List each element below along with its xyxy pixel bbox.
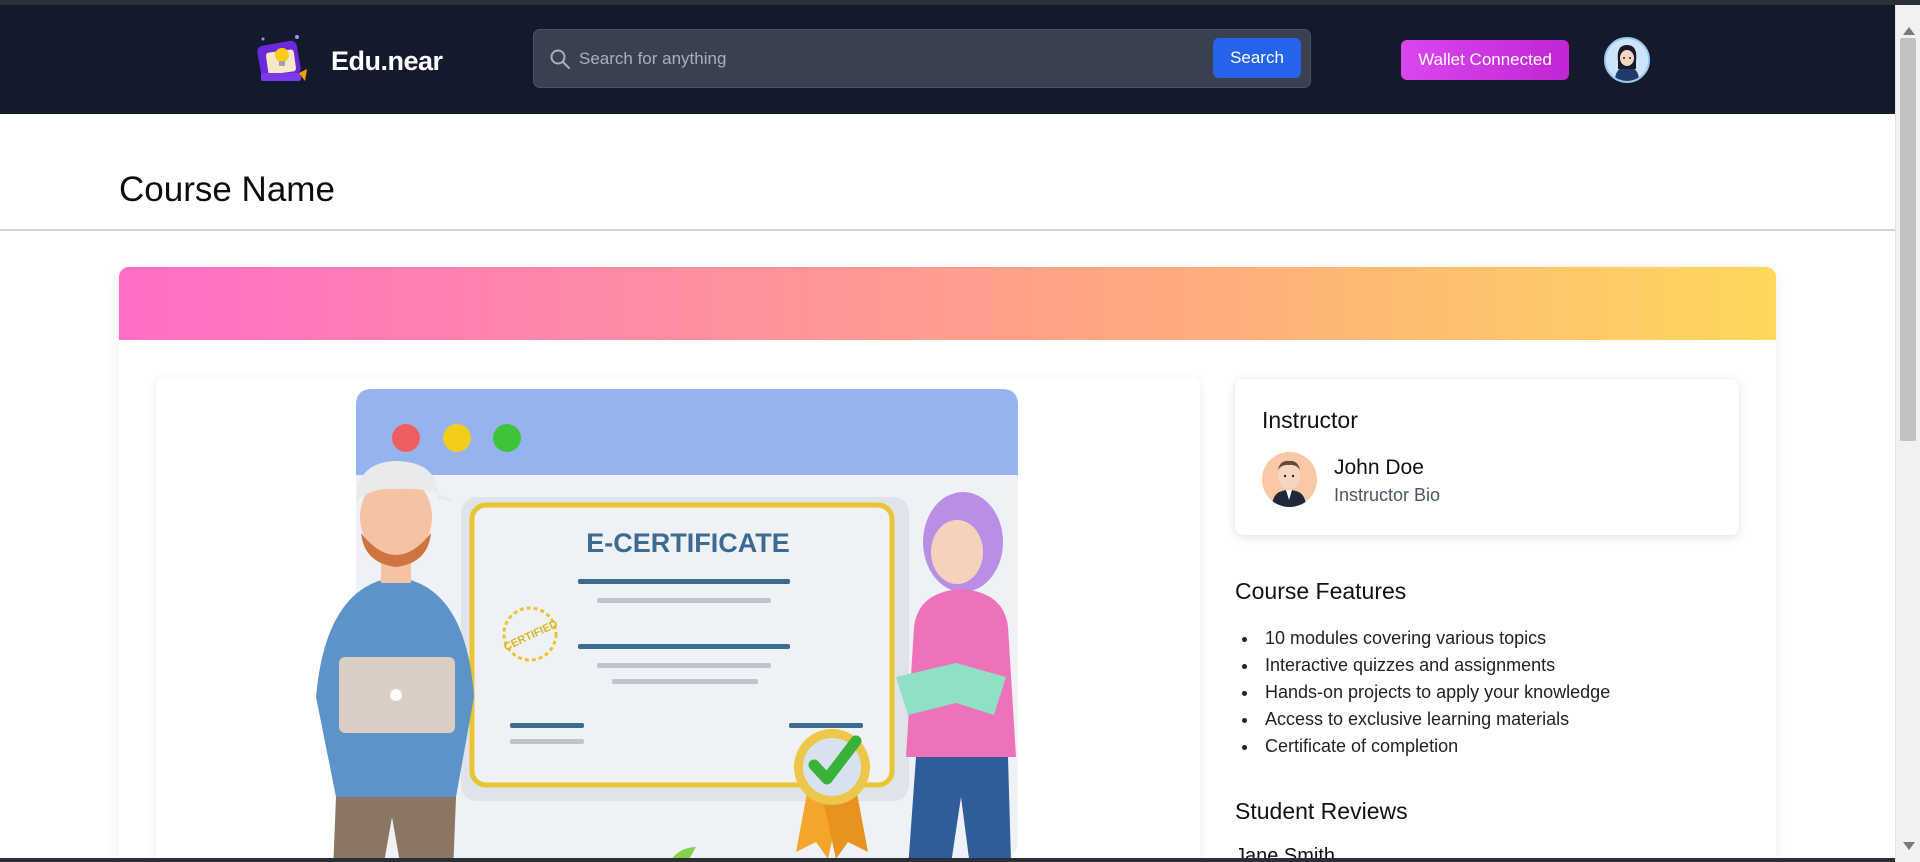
scroll-up-arrow-icon[interactable] bbox=[1903, 27, 1915, 35]
search-bar: Search bbox=[533, 29, 1311, 88]
course-features-heading: Course Features bbox=[1235, 578, 1407, 604]
course-image: E-CERTIFICATE CERTIFIED bbox=[156, 377, 1200, 862]
instructor-avatar[interactable] bbox=[1262, 452, 1317, 507]
instructor-heading: Instructor bbox=[1262, 407, 1358, 433]
search-button[interactable]: Search bbox=[1213, 38, 1301, 78]
student-reviews-heading: Student Reviews bbox=[1235, 798, 1408, 824]
course-card: E-CERTIFICATE CERTIFIED Instructor John … bbox=[119, 267, 1776, 862]
top-navbar: Edu.near Search Wallet Connected bbox=[0, 5, 1895, 114]
page-title: Course Name bbox=[119, 170, 335, 209]
logo-icon[interactable] bbox=[253, 29, 311, 91]
brand-name[interactable]: Edu.near bbox=[331, 46, 443, 77]
user-avatar[interactable] bbox=[1604, 37, 1650, 83]
feature-item: Access to exclusive learning materials bbox=[1259, 706, 1610, 733]
window-bottom-border bbox=[0, 858, 1895, 862]
vertical-scrollbar[interactable] bbox=[1895, 5, 1920, 862]
course-features-list: 10 modules covering various topics Inter… bbox=[1259, 625, 1610, 760]
feature-item: Hands-on projects to apply your knowledg… bbox=[1259, 679, 1610, 706]
title-divider bbox=[0, 229, 1895, 231]
instructor-card: Instructor John Doe Instructor Bio bbox=[1235, 379, 1739, 535]
instructor-name: John Doe bbox=[1334, 456, 1424, 479]
search-icon bbox=[549, 48, 571, 70]
certificate-title: E-CERTIFICATE bbox=[586, 528, 790, 558]
search-input[interactable] bbox=[579, 40, 1179, 78]
feature-item: Interactive quizzes and assignments bbox=[1259, 652, 1610, 679]
course-banner bbox=[119, 267, 1776, 340]
feature-item: 10 modules covering various topics bbox=[1259, 625, 1610, 652]
feature-item: Certificate of completion bbox=[1259, 733, 1610, 760]
scroll-thumb[interactable] bbox=[1900, 38, 1916, 441]
wallet-connected-button[interactable]: Wallet Connected bbox=[1401, 40, 1569, 80]
scroll-down-arrow-icon[interactable] bbox=[1903, 842, 1915, 850]
instructor-bio: Instructor Bio bbox=[1334, 485, 1441, 505]
